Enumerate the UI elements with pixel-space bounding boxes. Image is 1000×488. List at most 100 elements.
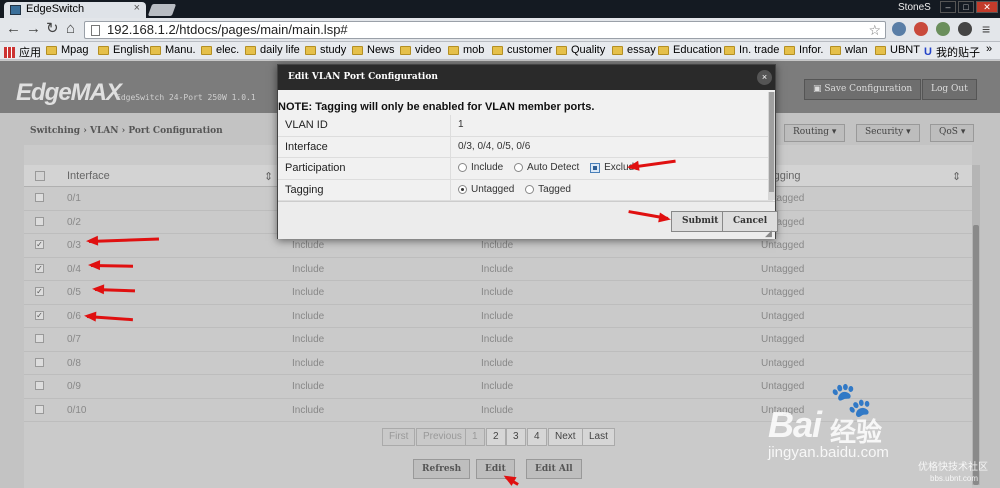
bookmark-folder[interactable]: mob [448,44,484,56]
tagging-tagged-radio[interactable] [525,184,535,194]
more-bookmarks-icon[interactable]: » [986,43,992,55]
forward-arrow-icon[interactable]: → [26,21,41,37]
favicon-icon [10,5,21,15]
close-icon[interactable]: × [757,70,772,85]
bookmark-user-post[interactable]: U 我的贴子 [924,44,980,60]
screen: EdgeSwitch × StoneS – □ ✕ ← → ↻ ⌂ 192.16… [0,0,1000,488]
pager-page-4[interactable]: 4 [527,428,547,446]
extension-globe-icon[interactable] [892,22,906,36]
menu-icon[interactable]: ≡ [982,21,990,37]
folder-icon [492,45,503,55]
table-row[interactable]: ✓ 0/6 Include Include Untagged [24,305,972,328]
bookmark-folder[interactable]: English [98,44,149,56]
bookmark-folder[interactable]: Quality [556,44,605,56]
url-text: 192.168.1.2/htdocs/pages/main/main.lsp# [107,22,348,37]
bookmark-apps[interactable]: 应用 [4,44,41,60]
bookmark-folder[interactable]: elec. [201,44,239,56]
baidu-watermark: Bai 🐾 经验 jingyan.baidu.com 优格快技术社区 bbs.u… [768,380,998,488]
scrollbar-thumb[interactable] [769,92,774,192]
new-tab-button[interactable] [147,4,177,16]
bookmark-folder[interactable]: Education [658,44,722,56]
device-subtitle: EdgeSwitch 24-Port 250W 1.0.1 [116,93,256,102]
pager-page-3[interactable]: 3 [506,428,526,446]
edit-all-button[interactable]: Edit All [526,459,582,479]
row-checkbox[interactable] [35,381,44,390]
back-arrow-icon[interactable]: ← [6,21,21,37]
pager-first[interactable]: First [382,428,416,446]
resize-grip-icon[interactable]: ◢ [765,228,772,239]
profile-name[interactable]: StoneS [898,2,931,13]
edit-vlan-port-dialog: Edit VLAN Port Configuration × NOTE: Tag… [277,64,779,239]
browser-tab[interactable]: EdgeSwitch × [4,2,146,18]
participation-exclude-radio[interactable] [590,162,601,173]
bookmark-folder[interactable]: Infor. [784,44,823,56]
menu-routing[interactable]: Routing ▾ [784,124,846,142]
folder-icon [448,45,459,55]
participation-auto-detect-radio[interactable] [514,163,524,172]
row-checkbox-checked[interactable]: ✓ [35,310,44,320]
column-interface[interactable]: Interface [67,170,110,182]
field-tagging: Tagging Untagged Tagged [278,179,773,201]
bookmark-folder[interactable]: UBNT [875,44,920,56]
watermark-url: jingyan.baidu.com [768,444,889,461]
maximize-icon[interactable]: □ [958,1,974,13]
close-window-icon[interactable]: ✕ [976,1,998,13]
home-icon[interactable]: ⌂ [66,21,75,37]
save-configuration-button[interactable]: ▣ Save Configuration [804,79,922,100]
pager-last[interactable]: Last [582,428,615,446]
browser-tabbar: EdgeSwitch × StoneS – □ ✕ [0,0,1000,18]
sort-icon[interactable]: ⇕ [952,170,961,183]
bookmark-folder[interactable]: study [305,44,346,56]
row-checkbox[interactable] [35,357,44,367]
breadcrumb: Switching › VLAN › Port Configuration [30,126,223,136]
folder-icon [150,45,161,55]
folder-icon [612,45,623,55]
bookmark-folder[interactable]: video [400,44,441,56]
bookmark-star-icon[interactable]: ☆ [868,22,881,38]
sort-icon[interactable]: ⇕ [264,170,273,183]
select-all-checkbox[interactable] [35,171,45,181]
minimize-icon[interactable]: – [940,1,956,13]
bookmark-folder[interactable]: daily life [245,44,300,56]
table-row[interactable]: ✓ 0/4 Include Include Untagged [24,258,972,281]
extension-gear-icon[interactable] [936,22,950,36]
row-checkbox-checked[interactable]: ✓ [35,287,44,296]
tagging-untagged-radio[interactable] [458,184,467,194]
extension-circle-icon[interactable] [958,22,972,36]
dialog-scrollbar[interactable] [768,92,775,200]
refresh-button[interactable]: Refresh [413,459,471,479]
pager-next[interactable]: Next [548,428,583,446]
row-checkbox[interactable] [35,216,44,226]
table-row[interactable]: 0/8 Include Include Untagged [24,352,972,375]
folder-icon [201,45,212,55]
address-bar[interactable]: 192.168.1.2/htdocs/pages/main/main.lsp# … [84,21,886,39]
menu-security[interactable]: Security ▾ [856,124,920,142]
submit-button[interactable]: Submit [671,211,730,232]
bookmark-folder[interactable]: Mpag [46,44,89,56]
bookmark-folder[interactable]: wlan [830,44,868,56]
row-checkbox[interactable] [35,334,44,343]
row-checkbox[interactable] [35,193,44,202]
participation-include-radio[interactable] [458,163,467,172]
pager-page-1[interactable]: 1 [465,428,485,446]
bookmark-folder[interactable]: essay [612,44,656,56]
table-row[interactable]: 0/7 Include Include Untagged [24,328,972,352]
dialog-title: Edit VLAN Port Configuration [278,65,775,90]
pager-page-2[interactable]: 2 [486,428,506,446]
reload-icon[interactable]: ↻ [46,21,59,37]
bookmark-folder[interactable]: customer [492,44,552,56]
row-checkbox-checked[interactable]: ✓ [35,240,44,249]
tagging-note: NOTE: Tagging will only be enabled for V… [278,101,595,113]
extension-mail-icon[interactable] [914,22,928,36]
pager-previous[interactable]: Previous [416,428,469,446]
bookmark-folder[interactable]: Manu. [150,44,196,56]
folder-icon [400,45,411,55]
row-checkbox-checked[interactable]: ✓ [35,263,44,273]
tab-close-icon[interactable]: × [134,2,140,14]
menu-qos[interactable]: QoS ▾ [930,124,975,142]
row-checkbox[interactable] [35,404,44,414]
logout-button[interactable]: Log Out [922,79,977,100]
bookmark-folder[interactable]: In. trade [724,44,779,56]
table-row[interactable]: ✓ 0/5 Include Include Untagged [24,281,972,305]
bookmark-folder[interactable]: News [352,44,395,56]
